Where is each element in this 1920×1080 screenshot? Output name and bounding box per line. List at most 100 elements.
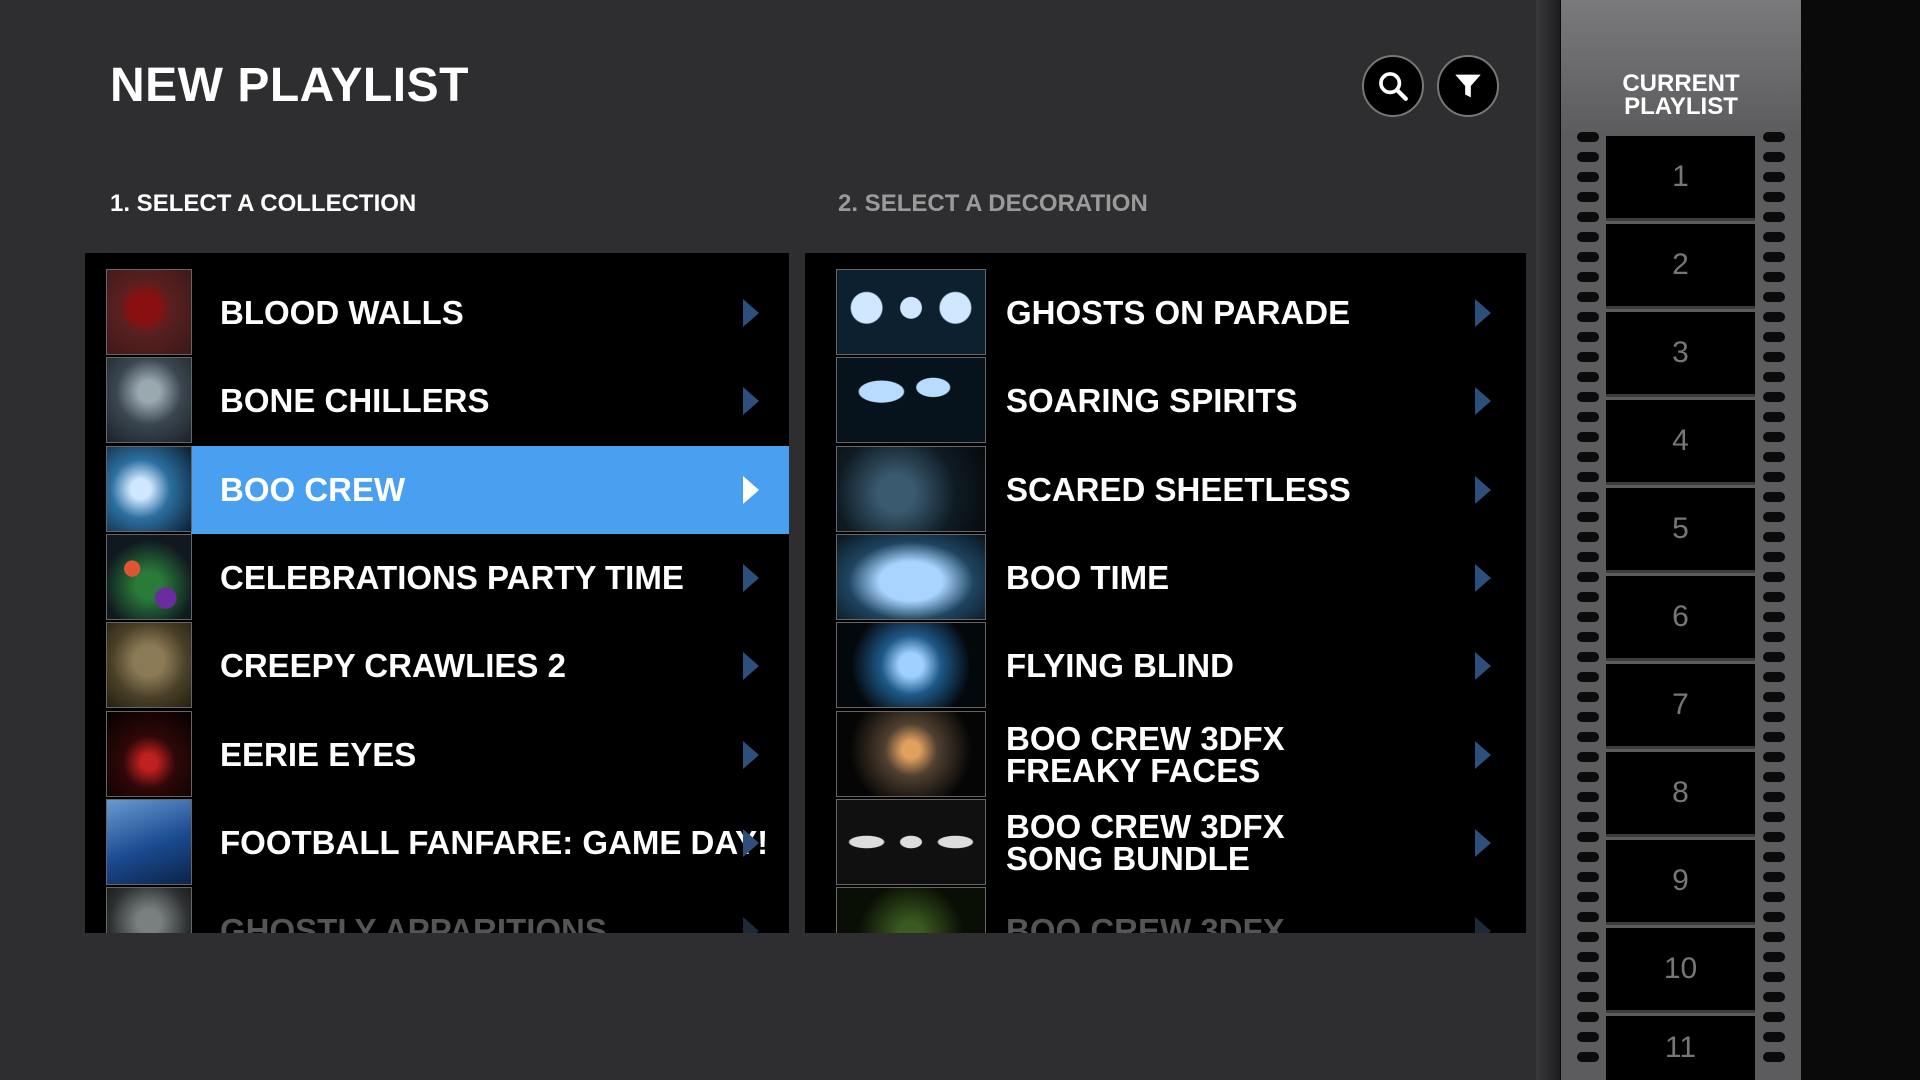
- collection-item-football-fanfare[interactable]: FOOTBALL FANFARE: GAME DAY!: [85, 799, 789, 887]
- film-perforation: [1577, 732, 1599, 742]
- chevron-right-icon: [1475, 564, 1491, 592]
- playlist-slot[interactable]: 4: [1606, 400, 1755, 485]
- decoration-label: BOO CREW 3DFX FREAKY FACES: [1006, 722, 1285, 787]
- film-perforation: [1763, 592, 1785, 602]
- decoration-item[interactable]: GHOSTS ON PARADE: [805, 269, 1526, 357]
- film-perforation: [1763, 712, 1785, 722]
- collection-item-creepy-crawlies-2[interactable]: CREEPY CRAWLIES 2: [85, 622, 789, 710]
- film-perforation: [1577, 872, 1599, 882]
- decoration-item[interactable]: SCARED SHEETLESS: [805, 446, 1526, 534]
- film-perforation: [1763, 512, 1785, 522]
- film-perforation: [1763, 652, 1785, 662]
- collection-item-ghostly-apparitions[interactable]: GHOSTLY APPARITIONS: [85, 887, 789, 933]
- collection-item-eerie-eyes[interactable]: EERIE EYES: [85, 711, 789, 799]
- film-perforation: [1763, 1052, 1785, 1062]
- decoration-thumbnail: [836, 269, 986, 355]
- decoration-label: FLYING BLIND: [1006, 649, 1234, 682]
- film-perforation: [1763, 212, 1785, 222]
- playlist-slot[interactable]: 10: [1606, 928, 1755, 1013]
- playlist-slot[interactable]: 11: [1606, 1016, 1755, 1080]
- decoration-item[interactable]: BOO TIME: [805, 534, 1526, 622]
- film-perforation: [1577, 772, 1599, 782]
- decoration-item[interactable]: BOO CREW 3DFX FREAKY FACES: [805, 711, 1526, 799]
- filter-button[interactable]: [1437, 55, 1499, 117]
- film-perforation: [1763, 192, 1785, 202]
- search-button[interactable]: [1362, 55, 1424, 117]
- playlist-slot[interactable]: 3: [1606, 312, 1755, 397]
- film-perforation: [1577, 852, 1599, 862]
- film-perforation: [1577, 292, 1599, 302]
- film-perforation: [1577, 232, 1599, 242]
- playlist-slot[interactable]: 2: [1606, 224, 1755, 309]
- film-perforation: [1763, 892, 1785, 902]
- film-perforation: [1763, 132, 1785, 142]
- collection-label: BLOOD WALLS: [220, 294, 464, 331]
- decoration-thumbnail: [836, 887, 986, 933]
- collection-label: EERIE EYES: [220, 736, 417, 773]
- film-perforation: [1577, 1052, 1599, 1062]
- playlist-slot[interactable]: 6: [1606, 576, 1755, 661]
- chevron-right-icon: [743, 476, 759, 504]
- film-perforation: [1577, 692, 1599, 702]
- decoration-thumbnail: [836, 622, 986, 708]
- film-perforation: [1577, 212, 1599, 222]
- collection-item-celebrations-party-time[interactable]: CELEBRATIONS PARTY TIME: [85, 534, 789, 622]
- film-perforation: [1763, 752, 1785, 762]
- film-perforation: [1577, 132, 1599, 142]
- film-perforation: [1763, 412, 1785, 422]
- film-perforation: [1577, 152, 1599, 162]
- decoration-item[interactable]: BOO CREW 3DFX: [805, 887, 1526, 933]
- decoration-label: SOARING SPIRITS: [1006, 382, 1298, 419]
- chevron-right-icon: [1475, 741, 1491, 769]
- film-perforation: [1577, 592, 1599, 602]
- film-perforation: [1577, 492, 1599, 502]
- film-perforation: [1763, 1032, 1785, 1042]
- film-perforation: [1577, 432, 1599, 442]
- film-perforation: [1763, 452, 1785, 462]
- film-perforation: [1577, 412, 1599, 422]
- film-perforation: [1763, 172, 1785, 182]
- decoration-label-line1: SCARED SHEETLESS: [1006, 471, 1351, 508]
- playlist-slot[interactable]: 7: [1606, 664, 1755, 749]
- decoration-label: GHOSTS ON PARADE: [1006, 294, 1351, 331]
- film-perforation: [1763, 312, 1785, 322]
- film-perforation: [1763, 372, 1785, 382]
- decoration-label-line1: SOARING SPIRITS: [1006, 382, 1298, 419]
- collection-thumbnail: [106, 711, 192, 797]
- film-perforation: [1763, 672, 1785, 682]
- film-perforation: [1577, 1012, 1599, 1022]
- film-perforation: [1577, 332, 1599, 342]
- collection-thumbnail: [106, 357, 192, 443]
- playlist-slot[interactable]: 1: [1606, 136, 1755, 221]
- film-perforation: [1763, 232, 1785, 242]
- film-perforation: [1763, 492, 1785, 502]
- film-perforation: [1763, 152, 1785, 162]
- playlist-slot[interactable]: 8: [1606, 752, 1755, 837]
- decoration-label: BOO TIME: [1006, 561, 1169, 594]
- decoration-item[interactable]: FLYING BLIND: [805, 622, 1526, 710]
- film-perforation: [1577, 392, 1599, 402]
- film-perforation: [1577, 272, 1599, 282]
- film-perforation: [1763, 532, 1785, 542]
- chevron-right-icon: [743, 652, 759, 680]
- decoration-label-line1: GHOSTS ON PARADE: [1006, 294, 1351, 331]
- film-perforation: [1763, 432, 1785, 442]
- step-decoration-label: 2. SELECT A DECORATION: [838, 190, 1148, 217]
- decoration-item[interactable]: BOO CREW 3DFX SONG BUNDLE: [805, 799, 1526, 887]
- collection-item-bone-chillers[interactable]: BONE CHILLERS: [85, 357, 789, 445]
- chevron-right-icon: [743, 741, 759, 769]
- film-perforation: [1577, 1032, 1599, 1042]
- film-perforation: [1577, 172, 1599, 182]
- decoration-thumbnail: [836, 357, 986, 443]
- playlist-slot[interactable]: 9: [1606, 840, 1755, 925]
- film-perforation: [1763, 1012, 1785, 1022]
- chevron-right-icon: [1475, 387, 1491, 415]
- decoration-item[interactable]: SOARING SPIRITS: [805, 357, 1526, 445]
- collection-item-blood-walls[interactable]: BLOOD WALLS: [85, 269, 789, 357]
- collection-item-boo-crew[interactable]: BOO CREW: [85, 446, 789, 534]
- collection-thumbnail: [106, 887, 192, 933]
- decoration-label: SCARED SHEETLESS: [1006, 471, 1351, 508]
- film-perforation: [1763, 292, 1785, 302]
- playlist-slot[interactable]: 5: [1606, 488, 1755, 573]
- film-perforation: [1577, 512, 1599, 522]
